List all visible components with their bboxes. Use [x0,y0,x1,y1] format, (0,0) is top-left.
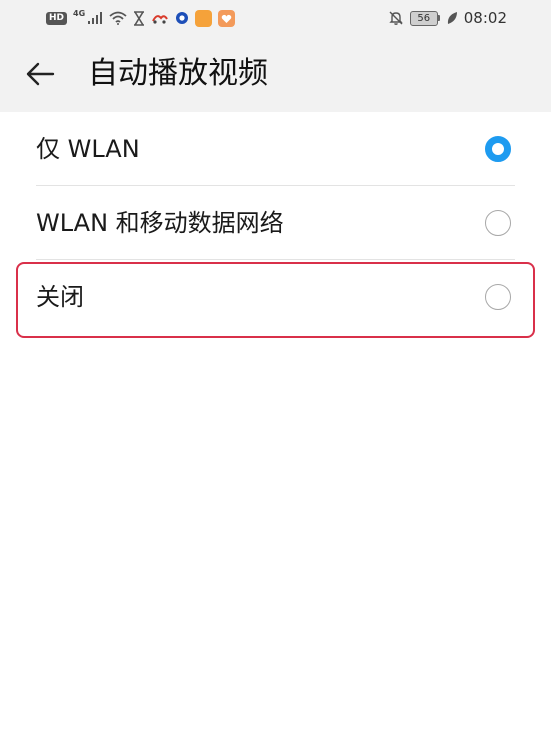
circle-app-icon [176,12,189,24]
orange-heart-app-icon [218,9,236,27]
orange-app-icon [195,9,213,27]
network-type-label: 4G [73,8,86,18]
hourglass-icon [134,10,145,26]
battery-level: 56 [409,10,438,26]
hd-badge: HD [46,11,68,25]
page-title: 自动播放视频 [88,56,268,91]
radio-unselected[interactable] [485,209,511,236]
highlight-annotation [16,262,535,338]
status-bar-left: HD 4G [46,8,236,28]
status-bar: HD 4G 56 08:02 [0,0,551,34]
status-time: 08:02 [463,9,507,27]
notifications-off-icon [389,11,403,25]
option-wlan-only[interactable]: 仅 WLAN [36,112,515,185]
option-label: 仅 WLAN [36,134,140,163]
leaf-icon [447,12,457,24]
battery-tip [437,15,440,21]
battery-icon: 56 [409,10,440,26]
app-icon [152,15,169,24]
arrow-left-icon [26,62,55,86]
option-wlan-and-mobile-data[interactable]: WLAN 和移动数据网络 [36,186,515,259]
back-button[interactable] [22,56,58,92]
radio-selected[interactable] [485,135,511,162]
signal-icon [88,12,103,24]
option-label: WLAN 和移动数据网络 [36,208,284,237]
app-bar: 自动播放视频 [0,34,551,112]
status-bar-right: 56 08:02 [388,8,507,28]
wifi-icon [109,11,127,25]
